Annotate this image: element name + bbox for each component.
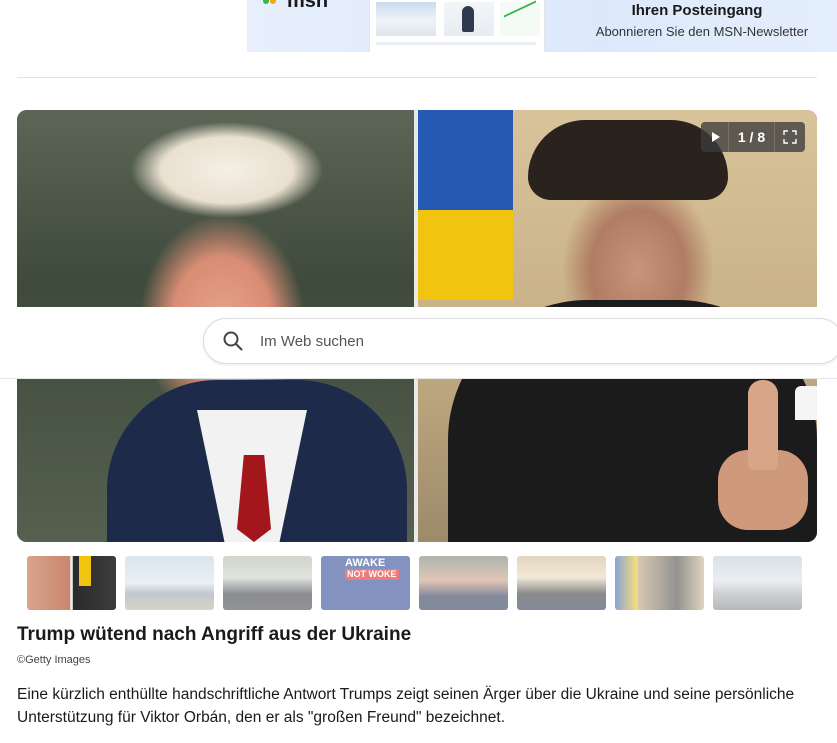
article-headline: Trump wütend nach Angriff aus der Ukrain… xyxy=(17,624,412,645)
search-box[interactable] xyxy=(203,318,837,364)
raised-finger-shape xyxy=(748,380,778,470)
thumbnail-4-line1: AWAKE xyxy=(345,557,386,569)
search-icon xyxy=(223,331,243,351)
search-bar-strip xyxy=(0,307,837,379)
thumbnail-8[interactable] xyxy=(713,556,802,610)
preview-divider xyxy=(376,42,536,45)
thumbnail-4-sign: AWAKE NOT WOKE xyxy=(345,558,399,580)
section-divider xyxy=(17,77,817,78)
thumbnail-1[interactable] xyxy=(27,556,116,610)
msn-logo-icon xyxy=(263,0,283,8)
image-credit: ©Getty Images xyxy=(17,654,91,666)
preview-runner-image xyxy=(444,2,494,36)
newsletter-subtitle[interactable]: Abonnieren Sie den MSN-Newsletter xyxy=(577,24,827,39)
slideshow-controls: 1 / 8 xyxy=(701,122,805,152)
thumbnail-7[interactable] xyxy=(615,556,704,610)
msn-logo-text: msn xyxy=(287,0,329,12)
preview-skiers-image xyxy=(376,2,436,36)
msn-logo: msn xyxy=(263,0,328,13)
hair-shape xyxy=(528,120,728,200)
article-body: Eine kürzlich enthüllte handschriftliche… xyxy=(17,686,795,726)
thumbnail-4[interactable]: AWAKE NOT WOKE xyxy=(321,556,410,610)
thumbnail-4-line2: NOT WOKE xyxy=(345,569,399,580)
slide-counter: 1 / 8 xyxy=(729,122,775,152)
newsletter-preview-image xyxy=(369,0,545,52)
flag-yellow-stripe xyxy=(418,210,513,300)
thumbnail-2[interactable] xyxy=(125,556,214,610)
flag-blue-stripe xyxy=(418,110,513,210)
slideshow-thumbnails: AWAKE NOT WOKE xyxy=(27,556,802,610)
scroll-handle[interactable] xyxy=(795,386,817,420)
search-input[interactable] xyxy=(260,332,780,350)
page: msn Ihren Posteingang Abonnieren Sie den… xyxy=(0,0,837,743)
play-icon[interactable] xyxy=(701,122,729,152)
newsletter-banner[interactable]: msn Ihren Posteingang Abonnieren Sie den… xyxy=(247,0,837,52)
newsletter-title: Ihren Posteingang xyxy=(631,2,763,19)
thumbnail-6[interactable] xyxy=(517,556,606,610)
fullscreen-icon[interactable] xyxy=(775,122,805,152)
thumbnail-5[interactable] xyxy=(419,556,508,610)
thumbnail-3[interactable] xyxy=(223,556,312,610)
preview-chart-image xyxy=(500,2,540,36)
